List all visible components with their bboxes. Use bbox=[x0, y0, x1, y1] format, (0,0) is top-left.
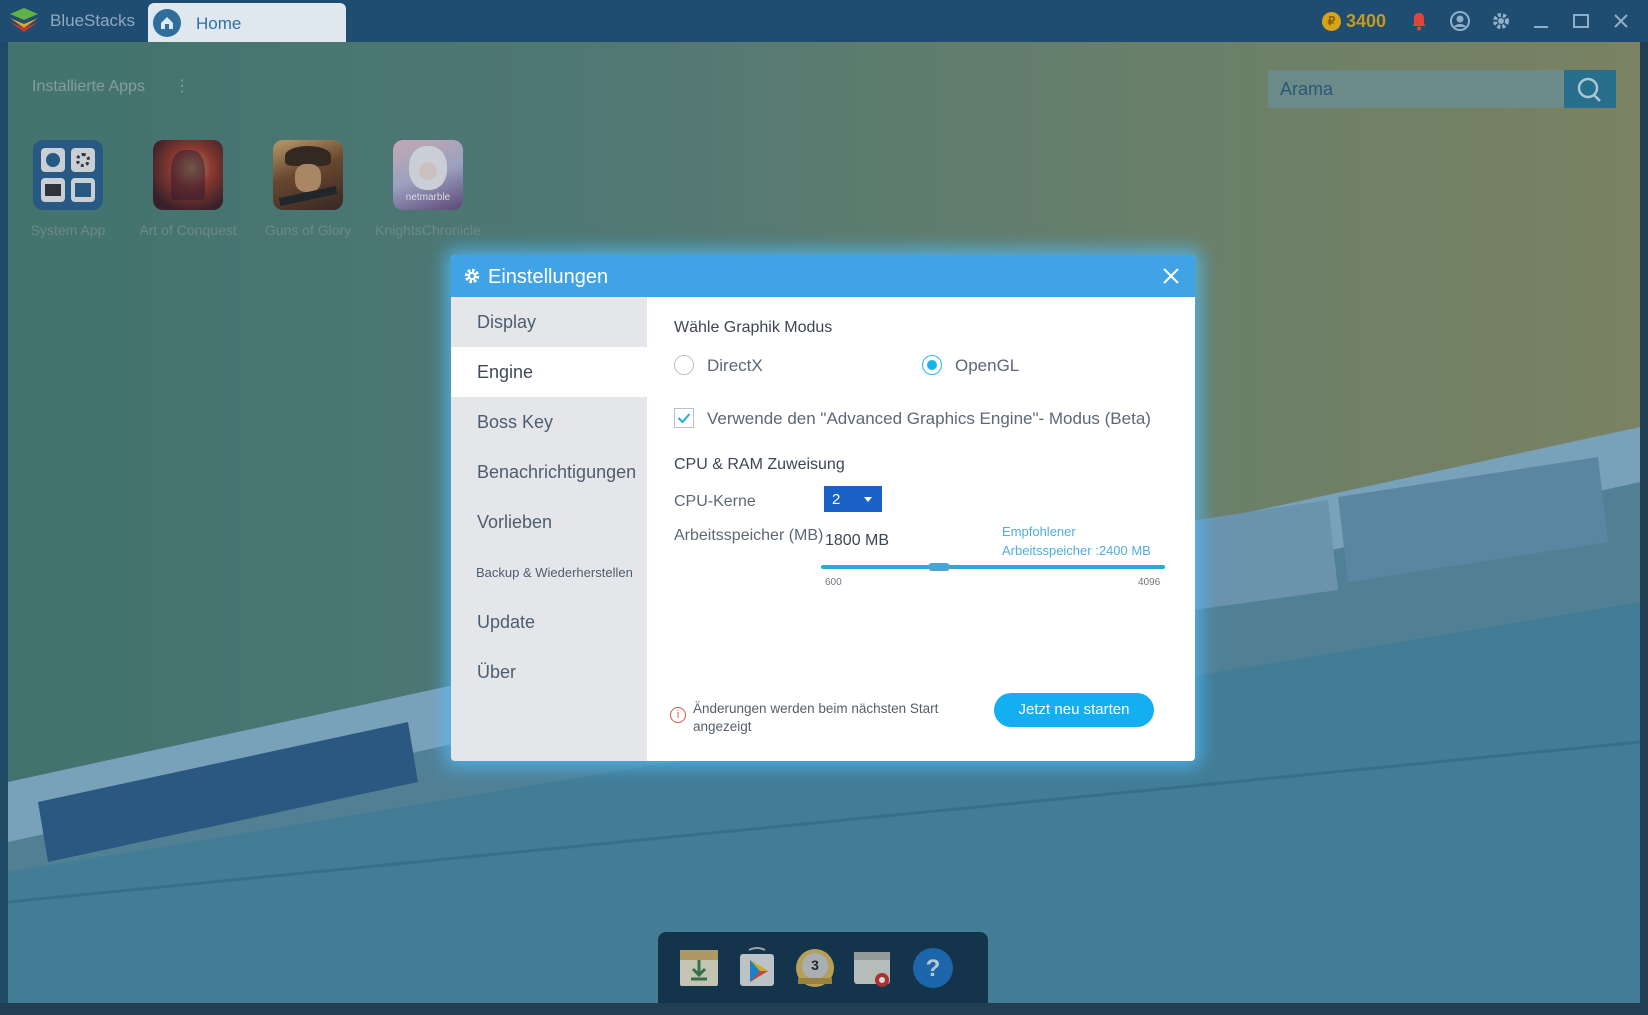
cpu-cores-label: CPU-Kerne bbox=[674, 493, 756, 510]
coin-balance: 3400 bbox=[1346, 11, 1387, 31]
radio-opengl-label: OpenGL bbox=[955, 356, 1020, 375]
sidebar-item-update[interactable]: Update bbox=[451, 597, 647, 647]
restart-info-text: Änderungen werden beim nächsten Start an… bbox=[693, 701, 939, 734]
settings-dialog: Einstellungen Display Engine Boss Key Be… bbox=[451, 255, 1195, 761]
ram-slider-track[interactable] bbox=[821, 565, 1165, 569]
ram-slider-thumb[interactable] bbox=[928, 563, 951, 571]
sidebar-item-engine[interactable]: Engine bbox=[451, 347, 647, 397]
radio-directx[interactable] bbox=[674, 355, 694, 375]
cpu-cores-select[interactable]: 2 bbox=[824, 486, 882, 512]
advanced-graphics-checkbox[interactable] bbox=[674, 408, 694, 428]
ram-recommended: Empfohlener Arbeitsspeicher :2400 MB bbox=[1002, 522, 1151, 560]
info-icon: i bbox=[670, 707, 686, 723]
profile-icon[interactable] bbox=[1449, 10, 1471, 32]
coin-icon: ₽ bbox=[1322, 12, 1341, 31]
radio-directx-label: DirectX bbox=[707, 356, 763, 375]
ram-recommended-line1: Empfohlener bbox=[1002, 524, 1076, 539]
bluestacks-logo-icon bbox=[10, 8, 38, 32]
ram-max-label: 4096 bbox=[1138, 577, 1161, 588]
sidebar-item-label: Benachrichtigungen bbox=[477, 462, 637, 482]
window-frame-bottom bbox=[0, 1003, 1648, 1015]
settings-gear-icon[interactable] bbox=[1490, 10, 1512, 32]
maximize-icon[interactable] bbox=[1570, 10, 1592, 32]
sidebar-item-label: Backup & Wiederherstellen bbox=[476, 565, 633, 580]
advanced-graphics-label: Verwende den "Advanced Graphics Engine"-… bbox=[707, 409, 1151, 428]
title-bar: BlueStacks Home ₽ 3400 bbox=[0, 0, 1648, 42]
sidebar-item-label: Über bbox=[477, 662, 517, 682]
sidebar-item-notifications[interactable]: Benachrichtigungen bbox=[451, 447, 647, 497]
sidebar-item-display[interactable]: Display bbox=[451, 297, 647, 347]
restart-now-button[interactable]: Jetzt neu starten bbox=[994, 693, 1154, 727]
sidebar-item-label: Update bbox=[477, 612, 536, 632]
sidebar-item-preferences[interactable]: Vorlieben bbox=[451, 497, 647, 547]
tab-home-label: Home bbox=[196, 14, 242, 33]
radio-opengl[interactable] bbox=[922, 355, 942, 375]
close-icon[interactable] bbox=[1161, 266, 1181, 286]
settings-gear-icon bbox=[464, 268, 480, 284]
sidebar-item-label: Display bbox=[477, 312, 537, 332]
settings-sidebar: Display Engine Boss Key Benachrichtigung… bbox=[451, 297, 647, 761]
ram-label: Arbeitsspeicher (MB) bbox=[674, 527, 824, 544]
cpu-ram-heading: CPU & RAM Zuweisung bbox=[674, 456, 845, 473]
sidebar-item-boss-key[interactable]: Boss Key bbox=[451, 397, 647, 447]
sidebar-item-label: Engine bbox=[477, 362, 534, 382]
minimize-icon[interactable] bbox=[1530, 10, 1552, 32]
tab-home[interactable]: Home bbox=[148, 3, 346, 42]
dialog-title: Einstellungen bbox=[488, 266, 609, 288]
sidebar-item-label: Boss Key bbox=[477, 412, 554, 432]
sidebar-item-backup-restore[interactable]: Backup & Wiederherstellen bbox=[451, 547, 647, 597]
ram-value: 1800 MB bbox=[825, 532, 890, 549]
engine-settings-panel: Wähle Graphik Modus DirectX OpenGL Verwe… bbox=[647, 297, 1195, 761]
dialog-header: Einstellungen bbox=[451, 255, 1195, 297]
ram-recommended-line2: Arbeitsspeicher :2400 MB bbox=[1002, 543, 1151, 558]
graphics-mode-heading: Wähle Graphik Modus bbox=[674, 319, 833, 336]
home-icon bbox=[153, 9, 181, 37]
ram-min-label: 600 bbox=[825, 577, 842, 588]
window-frame-right bbox=[1640, 42, 1648, 1003]
sidebar-item-about[interactable]: Über bbox=[451, 647, 647, 697]
cpu-cores-value: 2 bbox=[832, 491, 841, 508]
close-window-icon[interactable] bbox=[1610, 10, 1632, 32]
sidebar-item-label: Vorlieben bbox=[477, 512, 553, 532]
app-name: BlueStacks bbox=[50, 11, 136, 30]
chevron-down-icon bbox=[864, 497, 872, 502]
checkmark-icon bbox=[677, 413, 691, 424]
notification-bell-icon[interactable] bbox=[1408, 10, 1430, 32]
